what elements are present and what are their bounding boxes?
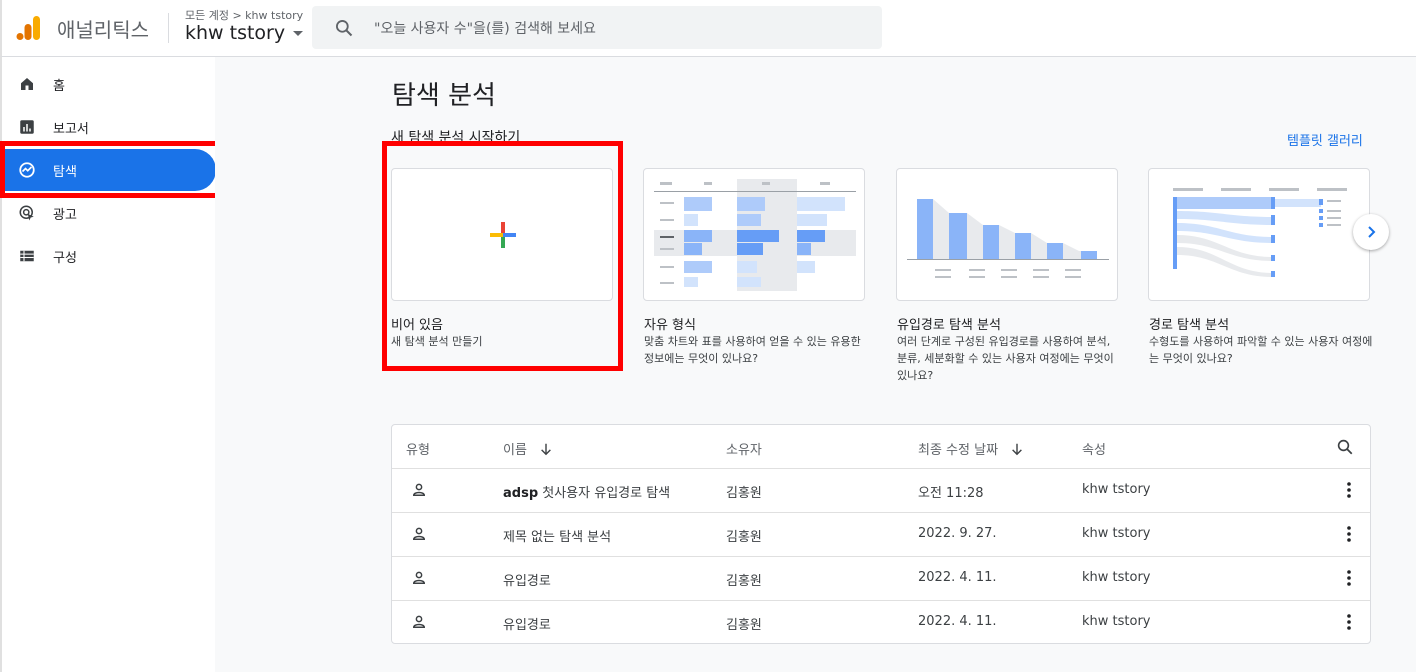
col-header-modified[interactable]: 최종 수정 날짜 <box>918 439 1024 458</box>
row-name[interactable]: 유입경로 <box>503 570 551 589</box>
card-free-form[interactable] <box>643 168 865 301</box>
arrow-down-icon <box>541 443 551 455</box>
row-name[interactable]: 제목 없는 탐색 분석 <box>503 526 611 545</box>
card-free-form-desc: 맞춤 차트와 표를 사용하여 얻을 수 있는 유용한 정보에는 무엇이 있나요? <box>644 335 861 365</box>
search-placeholder: "오늘 사용자 수"을(를) 검색해 보세요 <box>374 20 596 37</box>
row-name-text: 제목 없는 탐색 분석 <box>503 530 612 545</box>
more-vert-icon[interactable] <box>1339 480 1359 500</box>
search-icon <box>336 19 353 36</box>
template-gallery-link[interactable]: 템플릿 갤러리 <box>1287 130 1363 149</box>
row-modified: 2022. 9. 27. <box>918 526 997 541</box>
row-name-text: 첫사용자 유입경로 탐색 <box>538 486 671 501</box>
highlight-box-explore <box>0 141 222 198</box>
more-vert-icon[interactable] <box>1339 524 1359 544</box>
sidebar-item-label: 보고서 <box>53 121 89 137</box>
analytics-logo-icon[interactable] <box>16 15 42 41</box>
table-row[interactable]: 유입경로 김홍원 2022. 4. 11. khw tstory <box>392 600 1370 644</box>
row-name[interactable]: adsp 첫사용자 유입경로 탐색 <box>503 482 670 501</box>
col-header-owner[interactable]: 소유자 <box>726 439 762 458</box>
highlight-box-blank <box>382 141 623 371</box>
col-header-name-label: 이름 <box>503 443 527 458</box>
sidebar-item-configure[interactable]: 구성 <box>4 235 216 277</box>
row-modified: 오전 11:28 <box>918 486 984 501</box>
table-row[interactable]: 제목 없는 탐색 분석 김홍원 2022. 9. 27. khw tstory <box>392 512 1370 556</box>
card-path[interactable] <box>1148 168 1370 301</box>
more-vert-icon[interactable] <box>1339 612 1359 632</box>
row-property: khw tstory <box>1082 570 1151 585</box>
free-form-illustration-icon <box>654 179 856 291</box>
col-header-property[interactable]: 속성 <box>1082 439 1106 458</box>
sidebar-item-label: 구성 <box>53 250 77 266</box>
sidebar-item-advertising[interactable]: 광고 <box>4 192 216 234</box>
card-funnel[interactable] <box>896 168 1118 301</box>
card-path-desc: 수형도를 사용하여 파악할 수 있는 사용자 여정에는 무엇이 있나요? <box>1149 335 1373 365</box>
account-name: khw tstory <box>185 22 286 44</box>
sidebar-item-home[interactable]: 홈 <box>4 63 216 105</box>
sidebar-item-label: 광고 <box>53 207 77 223</box>
explorations-table: 유형 이름 소유자 최종 수정 날짜 속성 adsp 첫사용자 유입경로 탐색 … <box>391 424 1371 644</box>
account-breadcrumb[interactable]: 모든 계정 > khw tstory <box>185 7 303 23</box>
search-bar[interactable]: "오늘 사용자 수"을(를) 검색해 보세요 <box>312 6 882 49</box>
table-row[interactable]: adsp 첫사용자 유입경로 탐색 김홍원 오전 11:28 khw tstor… <box>392 468 1370 512</box>
page-title: 탐색 분석 <box>392 81 496 111</box>
row-property: khw tstory <box>1082 526 1151 541</box>
arrow-down-icon <box>1012 443 1022 455</box>
person-icon <box>412 483 426 496</box>
row-owner: 김홍원 <box>726 530 762 545</box>
chevron-right-icon <box>1368 226 1376 238</box>
row-owner: 김홍원 <box>726 486 762 501</box>
row-modified: 2022. 4. 11. <box>918 614 997 629</box>
row-modified: 2022. 4. 11. <box>918 570 997 585</box>
path-illustration-icon <box>1173 188 1347 277</box>
table-row[interactable]: 유입경로 김홍원 2022. 4. 11. khw tstory <box>392 556 1370 600</box>
ads-icon <box>19 205 34 221</box>
row-owner: 김홍원 <box>726 574 762 589</box>
bar-chart-icon <box>20 120 34 134</box>
row-name-text: 유입경로 <box>503 618 551 633</box>
row-name-bold: adsp <box>503 486 539 501</box>
home-icon <box>21 78 33 90</box>
row-property: khw tstory <box>1082 482 1151 497</box>
caret-down-icon <box>293 30 304 36</box>
app-name: 애널리틱스 <box>57 18 149 42</box>
col-header-modified-label: 최종 수정 날짜 <box>918 443 999 458</box>
carousel-next-button[interactable] <box>1353 214 1389 250</box>
header-divider <box>168 13 169 43</box>
configure-icon <box>20 250 34 262</box>
col-header-type: 유형 <box>406 443 430 458</box>
top-bar: 애널리틱스 모든 계정 > khw tstory khw tstory "오늘 … <box>0 0 1416 57</box>
person-icon <box>412 571 426 584</box>
sidebar-item-label: 홈 <box>53 78 65 94</box>
account-selector[interactable]: khw tstory <box>185 22 304 44</box>
card-free-form-title: 자유 형식 <box>644 318 696 333</box>
row-name[interactable]: 유입경로 <box>503 614 551 633</box>
table-search-icon[interactable] <box>1336 438 1354 456</box>
card-path-title: 경로 탐색 분석 <box>1149 318 1230 333</box>
card-funnel-title: 유입경로 탐색 분석 <box>897 318 1001 333</box>
more-vert-icon[interactable] <box>1339 568 1359 588</box>
col-header-name[interactable]: 이름 <box>503 439 553 458</box>
row-property: khw tstory <box>1082 614 1151 629</box>
person-icon <box>412 615 426 628</box>
row-name-text: 유입경로 <box>503 574 551 589</box>
funnel-illustration-icon <box>907 199 1109 278</box>
row-owner: 김홍원 <box>726 618 762 633</box>
card-funnel-desc: 여러 단계로 구성된 유입경로를 사용하여 분석, 분류, 세분화할 수 있는 … <box>897 335 1114 382</box>
person-icon <box>412 527 426 540</box>
